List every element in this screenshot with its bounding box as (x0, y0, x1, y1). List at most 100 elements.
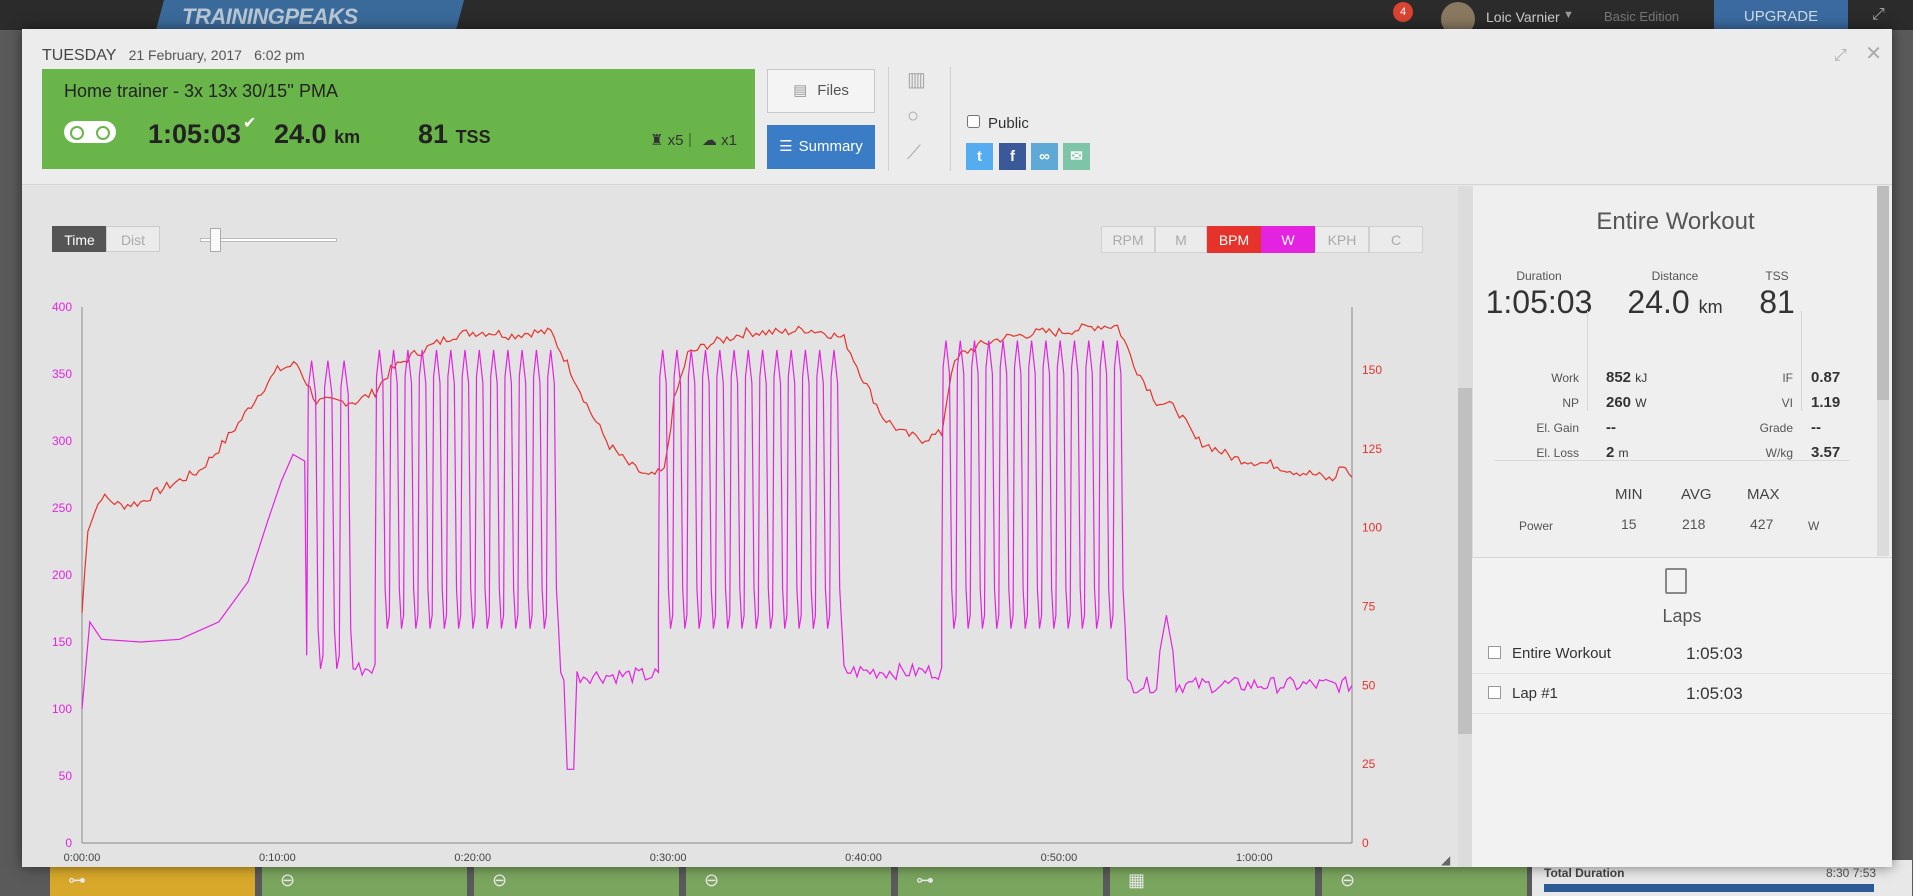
comment-icon[interactable]: ○ (907, 105, 919, 128)
summary-scrollbar[interactable] (1877, 186, 1889, 556)
user-name[interactable]: Loic Varnier (1486, 9, 1560, 25)
resize-handle-icon[interactable]: ◢ (1441, 853, 1450, 867)
calendar-bike-tile[interactable]: ⊖ (1322, 866, 1527, 896)
calendar-bike-tile[interactable]: ⊖ (474, 866, 679, 896)
calendar-tile[interactable]: ▦ (1110, 866, 1315, 896)
stat-label-wkg: W/kg (1765, 446, 1793, 460)
x-tick-label: 0:00:00 (64, 852, 101, 864)
lap-checkbox[interactable] (1488, 646, 1501, 659)
calendar-strength-tile[interactable]: ⊶ (50, 866, 255, 896)
files-button[interactable]: ▤ Files (767, 69, 875, 113)
bike-icon: ⊖ (280, 870, 296, 890)
summary-button[interactable]: ☰ Summary (767, 125, 875, 169)
y-left-tick-label: 150 (52, 635, 72, 649)
laps-title: Laps (1662, 606, 1702, 626)
x-tick-label: 1:00:00 (1236, 852, 1273, 864)
power-label: Power (1519, 519, 1554, 533)
y-left-tick-label: 350 (52, 367, 72, 381)
public-checkbox[interactable] (967, 115, 980, 128)
stat-value-wkg: 3.57 (1811, 444, 1841, 461)
y-right-tick-label: 125 (1362, 442, 1382, 456)
bike-icon: ⊖ (704, 870, 720, 890)
lap-name: Entire Workout (1512, 645, 1611, 662)
scrollbar-thumb[interactable] (1458, 388, 1472, 734)
y-right-tick-label: 150 (1362, 363, 1382, 377)
lap-checkbox[interactable] (1488, 686, 1501, 699)
x-tick-label: 0:30:00 (650, 852, 687, 864)
modal-window-controls: ⤢ ✕ (1820, 41, 1882, 66)
link-share-icon[interactable]: ∞ (1031, 143, 1058, 170)
facebook-share-icon[interactable]: f (999, 143, 1026, 170)
app-logo[interactable]: TRAININGPEAKS (155, 0, 465, 30)
x-tick-label: 0:50:00 (1041, 852, 1078, 864)
workout-day: TUESDAY (42, 47, 117, 64)
close-icon[interactable]: ✕ (1865, 43, 1882, 65)
graph-view-icon[interactable]: ⟋ (907, 142, 921, 165)
lap-row-1[interactable]: Lap #1 1:05:03 (1472, 674, 1892, 714)
expand-icon[interactable]: ⤢ (1834, 47, 1847, 64)
clipboard-icon (1665, 568, 1687, 594)
stat-value-vi: 1.19 (1811, 394, 1841, 411)
files-icon: ▤ (793, 82, 808, 99)
power-max: 427 (1750, 516, 1774, 532)
x-tick-label: 0:20:00 (454, 852, 491, 864)
total-duration-label: Total Duration (1544, 866, 1625, 880)
workout-title[interactable]: Home trainer - 3x 13x 30/15'' PMA (64, 81, 338, 102)
stat-label-el-gain: El. Gain (1536, 421, 1579, 435)
fullscreen-icon[interactable]: ⤢ (1872, 6, 1885, 24)
y-right-tick-label: 25 (1362, 757, 1376, 771)
list-icon: ☰ (779, 138, 793, 155)
y-right-tick-label: 100 (1362, 521, 1382, 535)
stat-value-np: 260 W (1606, 394, 1647, 411)
duration-value: 1:05:03 (1485, 284, 1593, 320)
calendar-strength-tile[interactable]: ⊶ (898, 866, 1103, 896)
stat-value-el-loss: 2 m (1606, 444, 1629, 461)
upgrade-button[interactable]: UPGRADE (1714, 0, 1848, 30)
lap-row-entire-workout[interactable]: Entire Workout 1:05:03 (1472, 634, 1892, 674)
divider (1801, 311, 1802, 411)
calendar-bike-tile[interactable]: ⊖ (262, 866, 467, 896)
y-left-tick-label: 400 (52, 300, 72, 314)
lap-time: 1:05:03 (1686, 644, 1743, 663)
chevron-down-icon[interactable]: ▼ (1563, 9, 1574, 21)
stat-value-el-gain: -- (1606, 419, 1616, 436)
dumbbell-icon: ⊶ (68, 870, 86, 890)
scrollbar-thumb[interactable] (1877, 186, 1889, 400)
stat-label-vi: VI (1781, 396, 1793, 410)
power-avg: 218 (1682, 516, 1706, 532)
y-left-tick-label: 250 (52, 501, 72, 515)
y-left-tick-label: 100 (52, 702, 72, 716)
workout-time: 6:02 pm (254, 47, 305, 63)
twitter-share-icon[interactable]: t (966, 143, 993, 170)
dumbbell-icon: ⊶ (916, 870, 934, 890)
min-header: MIN (1615, 486, 1643, 503)
stat-value-grade: -- (1811, 419, 1821, 436)
workout-distance: 24.0 km (274, 119, 361, 149)
chart-panel: Time Dist RPM M BPM W KPH C 0 50 100 150 200… (22, 186, 1472, 867)
comments-count[interactable]: ☁ x1 (702, 131, 737, 149)
kudos-icon: ♜ (650, 132, 664, 149)
divider (950, 67, 951, 171)
lap-name: Lap #1 (1512, 685, 1558, 702)
notification-badge[interactable]: 4 (1393, 2, 1413, 22)
max-header: MAX (1747, 486, 1780, 503)
workout-summary-card[interactable]: Home trainer - 3x 13x 30/15'' PMA 1:05:0… (42, 69, 755, 169)
chart-view-icon[interactable]: ▥ (907, 67, 926, 92)
workout-chart[interactable]: 0 50 100 150 200 250 300 350 400 0 25 50 75 100 125 150… (22, 186, 1458, 867)
public-toggle[interactable]: Public (967, 115, 1029, 132)
stat-label-work: Work (1551, 371, 1579, 385)
likes-count[interactable]: ♜ x5 (650, 131, 683, 149)
avg-header: AVG (1681, 486, 1712, 503)
bike-icon: ⊖ (492, 870, 508, 890)
app-header: TRAININGPEAKS 4 Loic Varnier ▼ Basic Edi… (0, 0, 1913, 36)
divider: | (688, 131, 692, 148)
edition-label: Basic Edition (1604, 9, 1680, 24)
email-share-icon[interactable]: ✉ (1063, 143, 1090, 170)
distance-label: Distance (1651, 269, 1699, 283)
x-tick-label: 0:10:00 (259, 852, 296, 864)
y-left-tick-label: 200 (52, 568, 72, 582)
workout-date-text: 21 February, 2017 (128, 47, 242, 63)
calendar-bike-tile[interactable]: ⊖ (686, 866, 891, 896)
laps-panel: Laps Entire Workout 1:05:03 Lap #1 1:05:… (1472, 557, 1892, 867)
tss-label: TSS (1765, 269, 1789, 283)
